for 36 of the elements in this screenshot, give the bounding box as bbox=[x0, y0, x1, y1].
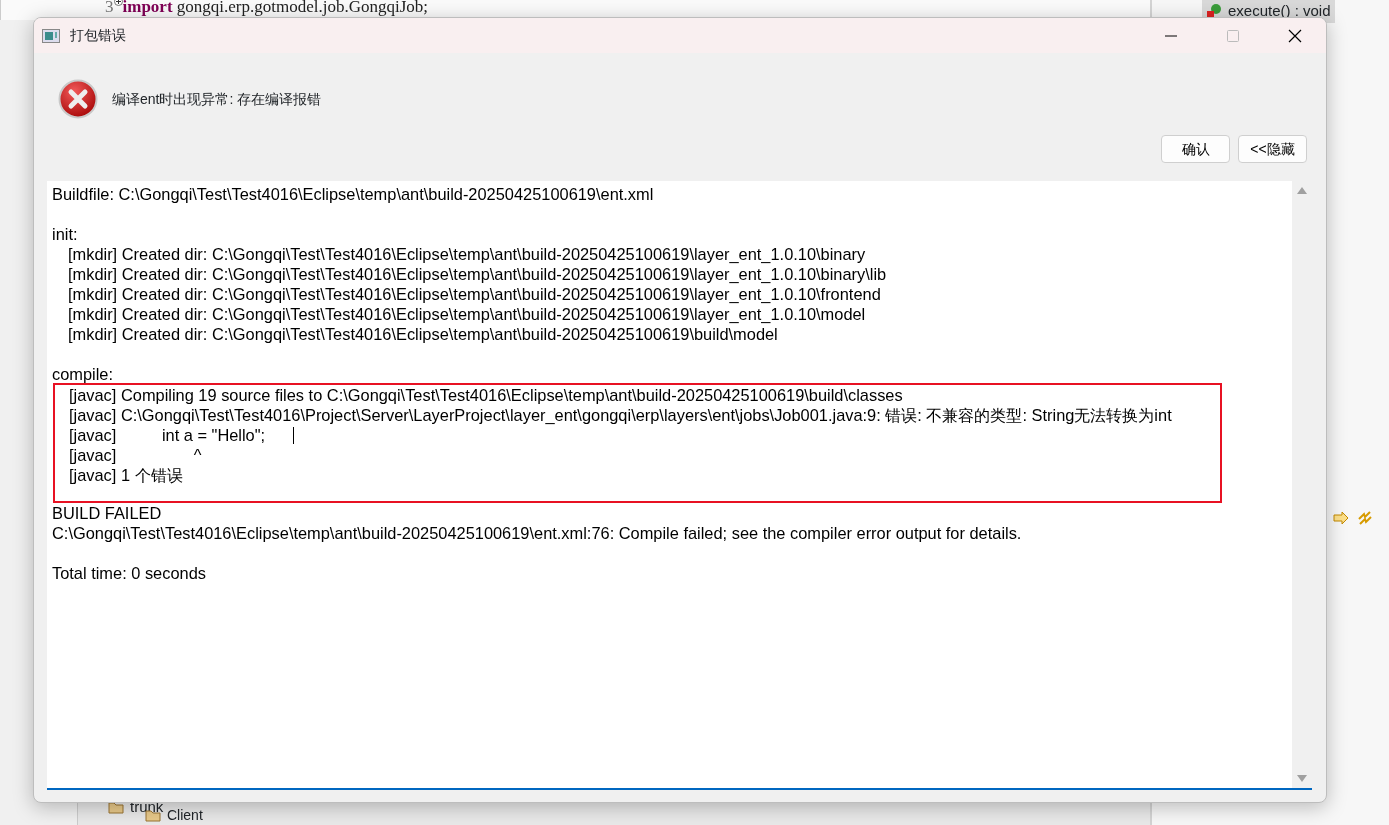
dialog-button[interactable]: <<隐藏 bbox=[1238, 135, 1307, 163]
maximize-icon bbox=[1227, 29, 1239, 42]
log-line: C:\Gongqi\Test\Test4016\Eclipse\temp\ant\build-20250425100619\ent.xml:76: Compile failed; see the compiler error output for details. bbox=[52, 524, 1022, 542]
log-line: [mkdir] Created dir: C:\Gongqi\Test\Test4016\Eclipse\temp\ant\build-20250425100619\layer_ent_1.0.10\model bbox=[68, 305, 866, 323]
log-line: [javac] 1 个错误 bbox=[69, 466, 183, 484]
scroll-up-icon[interactable] bbox=[1297, 187, 1307, 194]
expand-icon[interactable] bbox=[113, 0, 123, 6]
arrow-right-icon[interactable] bbox=[1333, 511, 1349, 525]
folder-icon bbox=[108, 800, 124, 814]
sync-icon[interactable] bbox=[1357, 510, 1373, 526]
log-line: [javac] ^ bbox=[69, 446, 202, 464]
log-line: BUILD FAILED bbox=[52, 504, 162, 522]
scroll-down-icon[interactable] bbox=[1297, 775, 1307, 782]
log-line: [mkdir] Created dir: C:\Gongqi\Test\Test4016\Eclipse\temp\ant\build-20250425100619\layer_ent_1.0.10\binary bbox=[68, 245, 866, 263]
log-line: compile: bbox=[52, 365, 114, 383]
window-title: 打包错误 bbox=[70, 26, 127, 45]
log-line: [mkdir] Created dir: C:\Gongqi\Test\Test4016\Eclipse\temp\ant\build-20250425100619\build\model bbox=[68, 325, 778, 343]
error-message: 编译ent时出现异常: 存在编译报错 bbox=[112, 89, 322, 109]
minimize-icon bbox=[1165, 34, 1177, 37]
dialog-button[interactable]: 确认 bbox=[1161, 135, 1230, 163]
log-line: [mkdir] Created dir: C:\Gongqi\Test\Test4016\Eclipse\temp\ant\build-20250425100619\layer_ent_1.0.10\frontend bbox=[68, 285, 881, 303]
close-icon bbox=[1288, 28, 1302, 43]
tree-item[interactable]: Client bbox=[167, 807, 203, 824]
code-keyword: import bbox=[122, 0, 173, 16]
app-icon bbox=[42, 28, 60, 43]
line-number: 3 bbox=[105, 0, 114, 16]
code-text: gongqi.erp.gotmodel.job.GongqiJob; bbox=[176, 0, 428, 16]
error-icon bbox=[58, 79, 98, 119]
method-icon bbox=[1206, 3, 1222, 20]
log-line: init: bbox=[52, 225, 78, 243]
log-line: Total time: 0 seconds bbox=[52, 564, 206, 582]
log-line: [mkdir] Created dir: C:\Gongqi\Test\Test4016\Eclipse\temp\ant\build-20250425100619\layer_ent_1.0.10\binary\lib bbox=[68, 265, 887, 283]
log-line: Buildfile: C:\Gongqi\Test\Test4016\Eclipse\temp\ant\build-20250425100619\ent.xml bbox=[52, 185, 654, 203]
log-line: [javac] C:\Gongqi\Test\Test4016\Project\Server\LayerProject\layer_ent\gongqi\erp\layers\ent\jobs\Job001.java:9: 错误: 不兼容的类型: String无法转换为int bbox=[69, 406, 1172, 424]
log-line: [javac] int a = "Hello"; bbox=[69, 426, 266, 444]
log-line: [javac] Compiling 19 source files to C:\Gongqi\Test\Test4016\Eclipse\temp\ant\build-20250425100619\build\classes bbox=[69, 386, 903, 404]
